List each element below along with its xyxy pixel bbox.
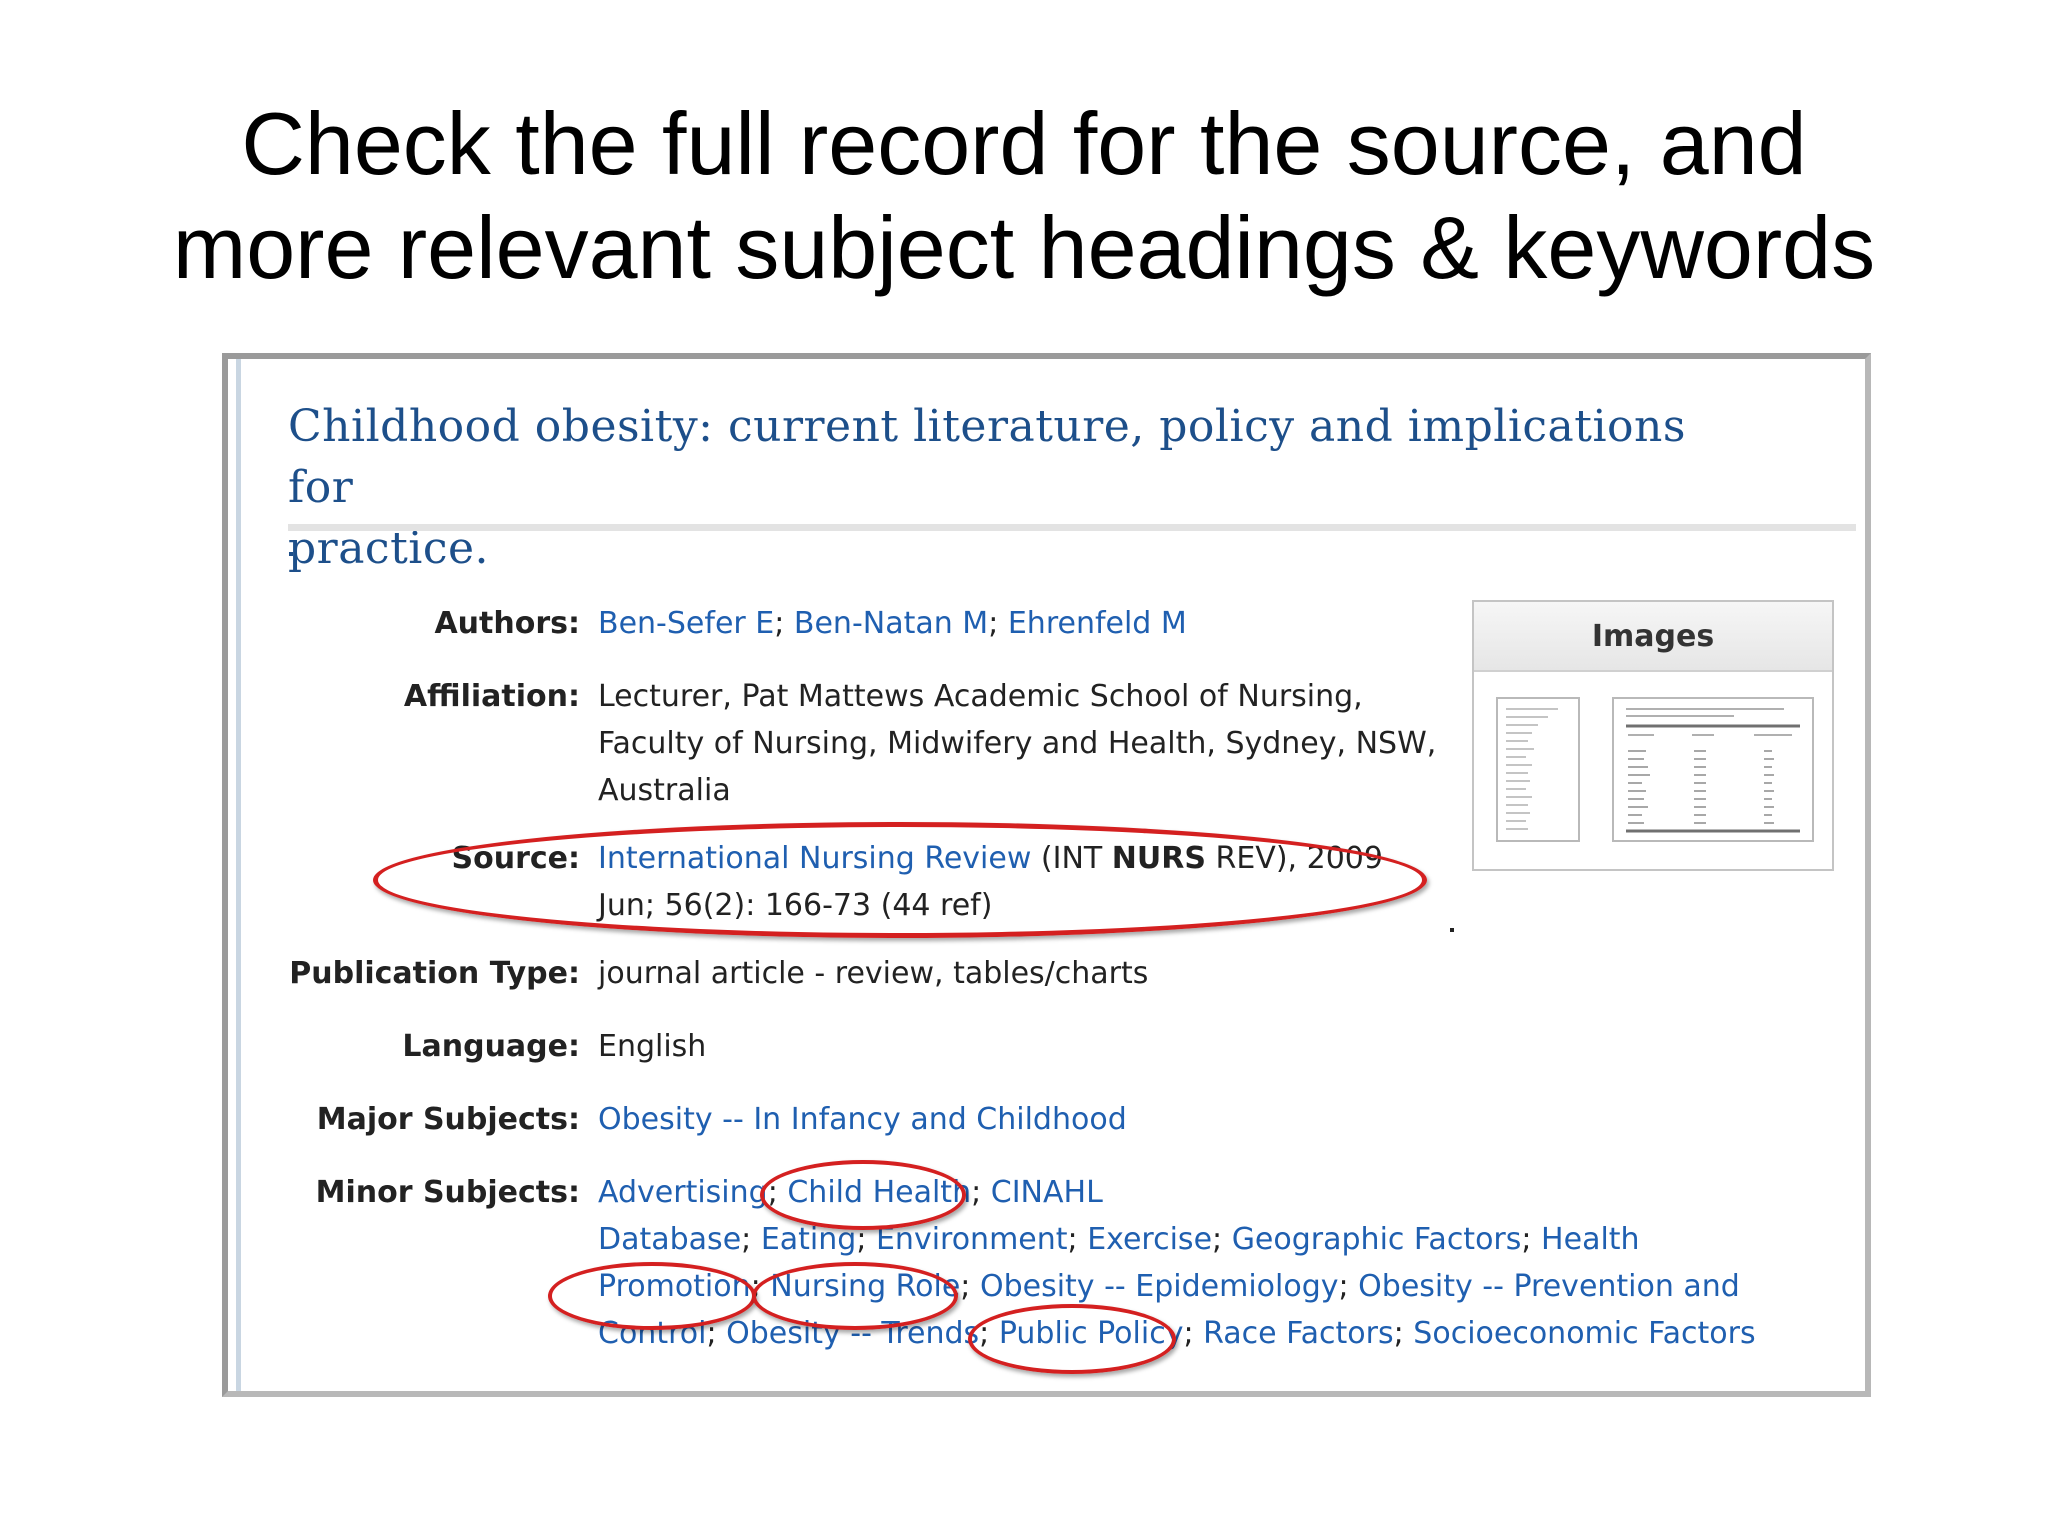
title-divider: [288, 524, 1856, 531]
affiliation-line-1: Lecturer, Pat Mattews Academic School of…: [598, 679, 1363, 714]
language-label: Language:: [402, 1029, 580, 1064]
subject-link-health-promotion[interactable]: Health: [1541, 1222, 1640, 1257]
author-link-2[interactable]: Ben-Natan M: [794, 606, 988, 641]
images-heading: Images: [1474, 602, 1832, 672]
subject-link-database[interactable]: Database: [598, 1222, 741, 1257]
subject-separator: ;: [1393, 1316, 1414, 1351]
subject-link-obesity-epidemiology[interactable]: Obesity -- Epidemiology: [980, 1269, 1339, 1304]
major-subjects-value: Obesity -- In Infancy and Childhood: [598, 1096, 1127, 1143]
thumbnail-table-icon: [1626, 708, 1800, 833]
subject-link-advertising[interactable]: Advertising: [598, 1175, 768, 1210]
publication-type-value: journal article - review, tables/charts: [598, 956, 1149, 991]
authors-value: Ben-Sefer E; Ben-Natan M; Ehrenfeld M: [598, 600, 1187, 647]
subject-separator: ;: [1183, 1316, 1204, 1351]
author-link-3[interactable]: Ehrenfeld M: [1008, 606, 1187, 641]
slide-title: Check the full record for the source, an…: [0, 92, 2048, 300]
subject-link-cinahl[interactable]: CINAHL: [991, 1175, 1103, 1210]
subject-link-geographic-factors[interactable]: Geographic Factors: [1232, 1222, 1522, 1257]
publication-type-label: Publication Type:: [289, 956, 580, 991]
subject-link-socioeconomic-factors[interactable]: Socioeconomic Factors: [1413, 1316, 1755, 1351]
image-thumbnail-1[interactable]: [1496, 697, 1580, 842]
affiliation-line-2: Faculty of Nursing, Midwifery and Health…: [598, 726, 1437, 761]
dot-marker: [289, 552, 293, 556]
major-subjects-label: Major Subjects:: [316, 1102, 580, 1137]
author-separator: ;: [988, 606, 1008, 641]
record-title: Childhood obesity: current literature, p…: [288, 396, 1738, 579]
subject-separator: ;: [1067, 1222, 1088, 1257]
subject-separator: ;: [741, 1222, 761, 1257]
thumbnail-page-icon: [1506, 708, 1558, 830]
minor-subjects-label: Minor Subjects:: [315, 1175, 580, 1210]
affiliation-line-3: Australia: [598, 773, 731, 808]
subject-separator: ;: [1338, 1269, 1359, 1304]
subject-separator: ;: [960, 1269, 980, 1304]
subject-link-exercise[interactable]: Exercise: [1087, 1222, 1212, 1257]
record-title-line-1: Childhood obesity: current literature, p…: [288, 401, 1686, 513]
slide-title-line-1: Check the full record for the source, an…: [241, 94, 1807, 193]
author-separator: ;: [774, 606, 794, 641]
subject-separator: ;: [1521, 1222, 1542, 1257]
affiliation-value: Lecturer, Pat Mattews Academic School of…: [598, 673, 1436, 814]
subject-separator: ;: [1212, 1222, 1232, 1257]
source-highlight-ring: [373, 822, 1427, 938]
author-link-1[interactable]: Ben-Sefer E: [598, 606, 774, 641]
frame-left-rule: [236, 359, 241, 1391]
child-health-highlight-ring: [760, 1160, 966, 1230]
language-value: English: [598, 1029, 707, 1064]
public-policy-highlight-ring: [968, 1304, 1176, 1374]
nursing-role-highlight-ring: [752, 1262, 958, 1330]
health-promotion-highlight-ring: [548, 1262, 756, 1330]
subject-link-obesity-prevention[interactable]: Obesity -- Prevention and: [1358, 1269, 1740, 1304]
subject-link-environment[interactable]: Environment: [876, 1222, 1068, 1257]
image-thumbnail-2[interactable]: [1612, 697, 1814, 842]
dot-marker: [1450, 928, 1454, 932]
subject-link-race-factors[interactable]: Race Factors: [1203, 1316, 1394, 1351]
major-subject-link[interactable]: Obesity -- In Infancy and Childhood: [598, 1102, 1127, 1137]
affiliation-label: Affiliation:: [403, 679, 580, 714]
authors-label: Authors:: [434, 606, 580, 641]
images-panel: Images: [1472, 600, 1834, 871]
slide-title-line-2: more relevant subject headings & keyword…: [172, 198, 1876, 297]
subject-separator: ;: [971, 1175, 991, 1210]
